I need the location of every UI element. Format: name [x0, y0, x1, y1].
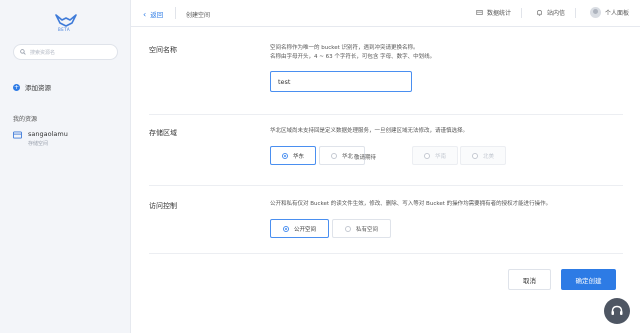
create-button[interactable]: 确定创建 [561, 269, 616, 290]
topbar-actions: 数据统计 站内信 个人面板 [462, 7, 629, 18]
stats-link[interactable]: 数据统计 [476, 8, 511, 17]
divider [520, 7, 522, 18]
logo-text: BETA [58, 27, 71, 32]
divider [175, 7, 176, 19]
access-option-label: 私有空间 [355, 226, 378, 233]
radio-dot [344, 225, 351, 232]
region-option-east[interactable]: 华东 [270, 146, 316, 165]
stats-icon [476, 10, 483, 15]
breadcrumb: 创建空间 [186, 12, 211, 19]
bucket-name: sangaolamu [28, 130, 68, 138]
stats-label: 数据统计 [486, 10, 511, 17]
radio-dot [282, 225, 289, 232]
my-resources-heading: 我的资源 [13, 116, 38, 123]
region-option-na: 北美 [460, 146, 506, 165]
name-section-desc-2: 名称由字母开头，4 ~ 63 个字符长，可包含 字母、数字、中划线。 [270, 54, 436, 60]
messages-label: 站内信 [546, 10, 565, 17]
bucket-icon [13, 131, 22, 139]
app-root: BETA 搜索资源名 + 添加资源 我的资源 sangaolamu 存储空间 ‹… [0, 0, 640, 333]
divider [574, 7, 576, 18]
access-section-desc: 公开和私有仅对 Bucket 的读文件生效，修改、删除、写入等对 Bucket … [270, 201, 552, 207]
access-option-label: 公开空间 [293, 226, 316, 233]
divider [149, 114, 623, 115]
messages-link[interactable]: 站内信 [536, 8, 565, 17]
add-resource-label: 添加资源 [25, 84, 51, 92]
logo[interactable]: BETA [53, 13, 79, 33]
region-option-label: 华北 [341, 153, 353, 160]
coming-soon-label: 敬请期待 [354, 155, 377, 161]
region-section-desc: 华北区域尚未支持回是定义数据处理服务，一旦创建区域无法修改，请谨慎选择。 [270, 128, 469, 134]
logo-icon [55, 14, 77, 27]
back-button[interactable]: ‹ 返回 [143, 9, 164, 20]
avatar [589, 7, 601, 18]
access-option-private[interactable]: 私有空间 [332, 219, 391, 238]
bell-icon [537, 10, 542, 16]
radio-dot [330, 152, 337, 159]
search-icon [20, 49, 26, 55]
topbar: ‹ 返回 创建空间 数据统计 站内信 个人面板 [131, 0, 640, 27]
back-label: 返回 [150, 11, 164, 19]
name-section-desc-1: 空间名称作为唯一的 bucket 识别符，遇到冲突请更换名称。 [270, 45, 419, 51]
headset-icon [611, 305, 623, 315]
region-option-label: 北美 [482, 153, 494, 160]
chevron-left-icon: ‹ [143, 9, 147, 19]
profile-link[interactable]: 个人面板 [589, 7, 629, 18]
sidebar-item-bucket[interactable]: sangaolamu 存储空间 [13, 130, 68, 147]
divider [149, 253, 623, 254]
region-section-label: 存储区域 [149, 129, 177, 137]
region-option-south: 华南 [412, 146, 458, 165]
profile-label: 个人面板 [604, 10, 629, 17]
name-section-label: 空间名称 [149, 46, 177, 54]
cancel-button[interactable]: 取消 [508, 269, 551, 290]
search-input[interactable]: 搜索资源名 [13, 44, 118, 60]
plus-icon: + [13, 83, 20, 91]
radio-dot [423, 152, 430, 159]
radio-dot [281, 152, 288, 159]
bucket-type: 存储空间 [28, 141, 49, 147]
search-placeholder: 搜索资源名 [30, 49, 56, 56]
help-button[interactable] [604, 298, 630, 324]
sidebar: BETA 搜索资源名 + 添加资源 我的资源 sangaolamu 存储空间 [0, 0, 131, 333]
region-option-label: 华东 [292, 153, 304, 160]
access-option-public[interactable]: 公开空间 [270, 219, 329, 238]
access-section-label: 访问控制 [149, 202, 177, 210]
bucket-name-field[interactable]: test [270, 71, 412, 92]
add-resource-button[interactable]: + 添加资源 [13, 82, 51, 92]
divider [149, 185, 623, 186]
region-option-label: 华南 [434, 153, 446, 160]
radio-dot [471, 152, 478, 159]
